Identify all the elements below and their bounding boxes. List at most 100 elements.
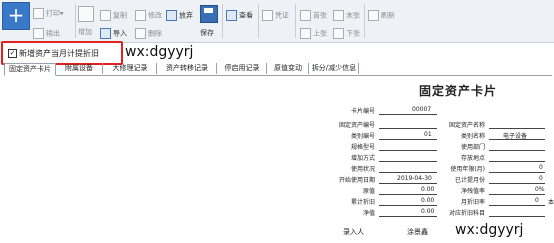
- toolbar-separator: [222, 4, 223, 38]
- delete-button[interactable]: 删除: [135, 28, 162, 39]
- department-label: 使用部门: [460, 144, 485, 151]
- category-code-label: 类别编号: [350, 133, 375, 140]
- field-underline: [379, 216, 437, 217]
- printer-icon: [33, 8, 44, 19]
- recorder-label: 录入人: [343, 228, 364, 236]
- import-label: 导入: [113, 29, 127, 38]
- recorder-value: 涂景鑫: [407, 228, 428, 236]
- salvage-rate-value[interactable]: 0%: [535, 186, 545, 193]
- accumulated-depreciation-value[interactable]: 0.00: [421, 197, 434, 204]
- tab-overhaul-records[interactable]: 大修理记录: [104, 63, 157, 74]
- field-underline: [379, 139, 437, 140]
- tab-bar: 固定资产卡片 附属设备 大修理记录 资产转移记录 停启用记录 原值变动 拆分/减…: [4, 63, 552, 76]
- asset-card: 固定资产卡片 卡片编号 00007 固定资产编号 类别编号 01 规格型号 增加…: [307, 76, 554, 243]
- field-underline: [489, 216, 545, 217]
- prev-button[interactable]: 上张: [300, 28, 327, 39]
- copy-icon: [100, 10, 111, 21]
- export-icon: [33, 28, 44, 39]
- usage-status-label: 使用状况: [350, 166, 375, 173]
- tab-stop-start-records[interactable]: 停启用记录: [218, 63, 267, 74]
- toolbar-separator: [295, 4, 296, 38]
- voucher-label: 凭证: [275, 11, 289, 20]
- category-name-label: 类别名称: [460, 133, 485, 140]
- field-underline: [379, 183, 437, 184]
- modify-button[interactable]: 修改: [135, 10, 162, 21]
- edit-icon: [135, 10, 146, 21]
- salvage-rate-label: 净残值率: [460, 188, 485, 195]
- depreciation-account-label: 对应折旧科目: [448, 210, 485, 217]
- discard-label: 放弃: [179, 11, 193, 20]
- add-record-button[interactable]: 增加: [78, 27, 92, 37]
- service-life-value[interactable]: 0: [539, 164, 543, 171]
- months-depreciated-label: 已计提月份: [454, 177, 485, 184]
- field-underline: [489, 161, 545, 162]
- original-value-value[interactable]: 0.00: [421, 186, 434, 193]
- first-label: 首张: [313, 11, 327, 20]
- field-underline: [489, 194, 545, 195]
- tab-value-change[interactable]: 原值变动: [268, 63, 309, 74]
- add-record-label: 增加: [78, 28, 92, 36]
- add-record-icon-wrap[interactable]: [78, 6, 96, 22]
- save-icon[interactable]: [200, 5, 218, 23]
- asset-code-label: 固定资产编号: [338, 122, 375, 129]
- last-icon: [333, 10, 344, 21]
- field-underline: [379, 205, 437, 206]
- highlight-frame: [1, 41, 123, 65]
- monthly-rate-label: 月折旧率: [460, 199, 485, 206]
- monthly-rate-value[interactable]: 0: [535, 197, 539, 204]
- toolbar-separator: [75, 4, 76, 38]
- view-label: 查看: [239, 11, 253, 20]
- net-value-label: 净值: [362, 210, 375, 217]
- save-label: 保存: [200, 29, 214, 37]
- copy-label: 复制: [113, 11, 127, 20]
- start-date-value[interactable]: 2019-04-30: [397, 175, 432, 182]
- field-underline: [489, 150, 545, 151]
- save-button[interactable]: 保存: [200, 28, 214, 38]
- toolbar-separator: [364, 4, 365, 38]
- export-button[interactable]: 输出: [33, 28, 60, 39]
- next-button[interactable]: 下张: [333, 28, 360, 39]
- next-label: 下张: [346, 29, 360, 38]
- copy-button[interactable]: 复制: [100, 10, 127, 21]
- discard-icon: [166, 10, 177, 21]
- field-underline: [379, 150, 437, 151]
- field-underline: [379, 172, 437, 173]
- prev-label: 上张: [313, 29, 327, 38]
- service-life-label: 使用年限(月): [450, 166, 485, 173]
- field-underline: [379, 161, 437, 162]
- field-underline: [489, 205, 545, 206]
- refresh-icon: [368, 10, 379, 21]
- dropdown-arrow-icon: ▾: [60, 9, 64, 18]
- tab-asset-card[interactable]: 固定资产卡片: [4, 63, 56, 76]
- voucher-button[interactable]: 凭证: [262, 10, 289, 21]
- discard-button[interactable]: 放弃: [166, 10, 193, 21]
- months-depreciated-value[interactable]: 0: [539, 175, 543, 182]
- accumulated-depreciation-label: 累计折旧: [350, 199, 375, 206]
- view-button[interactable]: 查看: [226, 10, 253, 21]
- card-no-value[interactable]: 00007: [412, 106, 431, 113]
- add-method-label: 增加方式: [350, 155, 375, 162]
- tab-split-reduce[interactable]: 拆分/减少信息: [310, 63, 359, 74]
- field-underline: [489, 183, 545, 184]
- spec-model-label: 规格型号: [350, 144, 375, 151]
- field-underline: [489, 139, 545, 140]
- export-label: 输出: [46, 29, 60, 38]
- tab-transfer-records[interactable]: 资产转移记录: [158, 63, 217, 74]
- voucher-icon: [262, 10, 273, 21]
- import-button[interactable]: 导入: [100, 28, 127, 39]
- field-underline: [489, 128, 545, 129]
- field-underline: [489, 172, 545, 173]
- add-button[interactable]: +: [2, 2, 30, 30]
- last-button[interactable]: 末张: [333, 10, 360, 21]
- modify-label: 修改: [148, 11, 162, 20]
- refresh-button[interactable]: 刷新: [368, 10, 395, 21]
- field-underline: [379, 128, 437, 129]
- prev-icon: [300, 28, 311, 39]
- net-value-value[interactable]: 0.00: [421, 208, 434, 215]
- tab-attached-equipment[interactable]: 附属设备: [56, 63, 103, 74]
- category-code-value[interactable]: 01: [424, 131, 432, 138]
- print-button[interactable]: 打印▾: [33, 8, 64, 19]
- first-button[interactable]: 首张: [300, 10, 327, 21]
- original-value-label: 原值: [362, 188, 375, 195]
- start-date-label: 开始使用日期: [338, 177, 375, 184]
